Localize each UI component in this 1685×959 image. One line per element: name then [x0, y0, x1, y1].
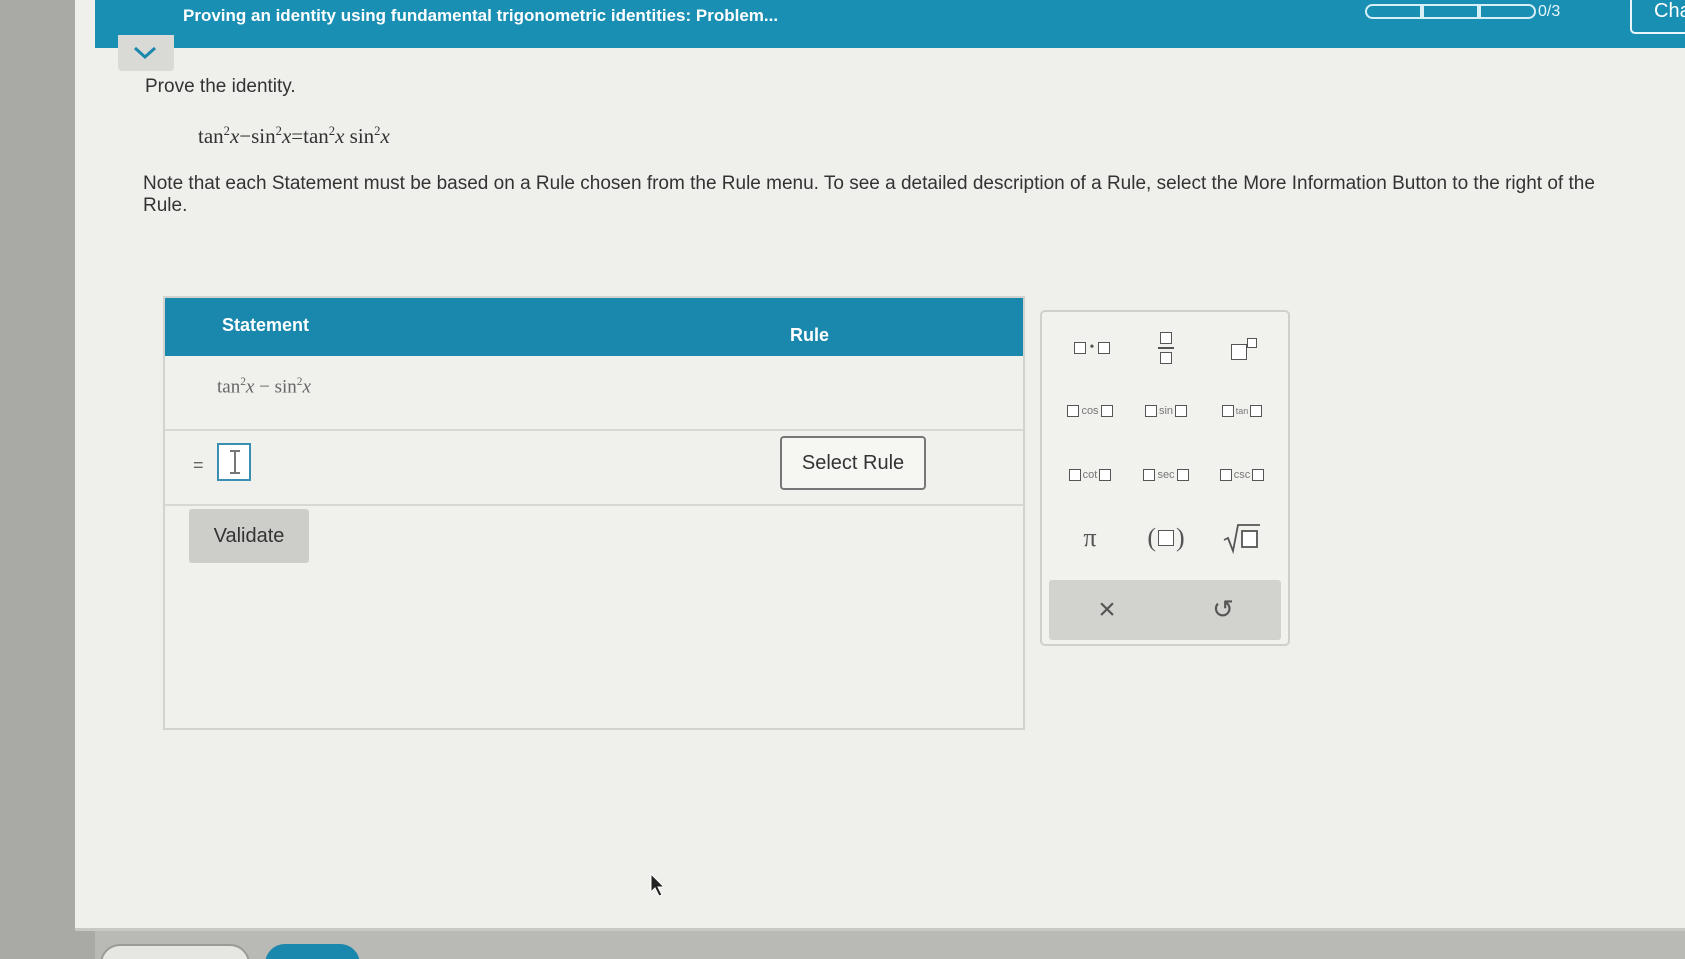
sin-label: sin: [1158, 405, 1174, 417]
pi-key[interactable]: π: [1052, 512, 1128, 564]
first-statement: tan2x − sin2x: [217, 376, 311, 398]
proof-row-step: = Select Rule: [165, 431, 1023, 506]
page-title: Proving an identity using fundamental tr…: [183, 6, 779, 25]
identity-var: x: [335, 124, 345, 148]
placeholder-box-icon: [1221, 405, 1234, 417]
placeholder-box-icon: [1067, 405, 1080, 417]
chat-button[interactable]: Cha: [1630, 0, 1685, 34]
proof-row-given: tan2x − sin2x: [165, 356, 1023, 431]
validate-button[interactable]: Validate: [189, 509, 309, 563]
placeholder-box-icon: [1252, 469, 1265, 481]
statement-func: sin: [274, 376, 297, 398]
superscript-box-icon: [1247, 338, 1257, 348]
identity-equation: tan2x−sin2x=tan2x sin2x: [198, 124, 390, 149]
identity-func: tan: [198, 124, 224, 148]
text-cursor-icon: [230, 450, 240, 474]
bottom-divider: [75, 928, 1685, 931]
rule-column-header: Rule: [790, 325, 830, 345]
bottom-primary-button[interactable]: [265, 944, 360, 959]
fraction-key[interactable]: [1128, 322, 1204, 374]
equals-sign: =: [193, 455, 204, 475]
progress-count: 0/3: [1538, 3, 1561, 20]
close-paren-icon: ): [1176, 523, 1185, 552]
cos-key[interactable]: cos: [1052, 385, 1128, 437]
top-bar: Proving an identity using fundamental tr…: [95, 0, 1685, 48]
multiply-key[interactable]: •: [1054, 322, 1130, 374]
placeholder-box-icon: [1175, 405, 1188, 417]
parentheses-key[interactable]: ( ): [1128, 512, 1204, 564]
fraction-bar-icon: [1158, 347, 1174, 349]
statement-input[interactable]: [217, 443, 251, 481]
placeholder-box-icon: [1143, 469, 1156, 481]
collapse-button[interactable]: [118, 35, 174, 71]
csc-key[interactable]: csc: [1204, 449, 1280, 501]
keypad-actions: × ↺: [1049, 580, 1281, 640]
progress-segment: [1479, 4, 1536, 19]
identity-func: tan: [303, 124, 329, 148]
placeholder-box-icon: [1158, 530, 1174, 546]
statement-operator: −: [254, 376, 275, 398]
progress-segment: [1365, 4, 1422, 19]
placeholder-box-icon: [1219, 469, 1232, 481]
placeholder-box-icon: [1100, 405, 1113, 417]
denominator-box-icon: [1160, 352, 1172, 364]
placeholder-box-icon: [1176, 469, 1189, 481]
identity-minus: −: [239, 124, 252, 148]
placeholder-box-icon: [1068, 469, 1081, 481]
proof-table: Statement Rule tan2x − sin2x = Select Ru…: [163, 296, 1025, 730]
tan-label: tan: [1235, 406, 1249, 416]
identity-var: x: [229, 124, 240, 148]
clear-key[interactable]: ×: [1069, 584, 1145, 636]
progress-bar: [1365, 4, 1536, 19]
dot-icon: •: [1089, 340, 1095, 355]
statement-column-header: Statement: [222, 315, 310, 335]
statement-var: x: [302, 376, 311, 398]
instructions-note: Note that each Statement must be based o…: [143, 173, 1595, 216]
cot-key[interactable]: cot: [1052, 449, 1128, 501]
identity-equals: =: [291, 124, 304, 148]
placeholder-box-icon: [1250, 405, 1263, 417]
bottom-secondary-button[interactable]: [100, 944, 250, 959]
placeholder-box-icon: [1098, 342, 1111, 354]
base-box-icon: [1231, 344, 1247, 360]
open-paren-icon: (: [1147, 523, 1156, 552]
placeholder-box-icon: [1144, 405, 1157, 417]
csc-label: csc: [1233, 469, 1251, 481]
square-root-key[interactable]: [1204, 512, 1280, 564]
numerator-box-icon: [1160, 332, 1172, 344]
cos-label: cos: [1081, 405, 1099, 417]
cot-label: cot: [1082, 469, 1098, 481]
select-rule-button[interactable]: Select Rule: [780, 436, 926, 490]
statement-func: tan: [217, 376, 241, 398]
undo-key[interactable]: ↺: [1185, 584, 1261, 636]
proof-table-header: Statement Rule: [165, 298, 1023, 356]
sin-key[interactable]: sin: [1128, 385, 1204, 437]
mouse-pointer-icon: [650, 873, 666, 897]
identity-func: sin: [349, 124, 375, 148]
identity-var: x: [380, 124, 390, 148]
identity-var: x: [281, 124, 292, 148]
placeholder-box-icon: [1099, 469, 1112, 481]
math-keypad: • cos sin tan cot sec csc π () × ↺: [1040, 310, 1290, 646]
sec-key[interactable]: sec: [1128, 449, 1204, 501]
progress-segment: [1422, 4, 1479, 19]
identity-func: sin: [251, 124, 276, 148]
placeholder-box-icon: [1073, 342, 1086, 354]
square-root-icon: [1223, 524, 1260, 554]
chevron-down-icon: [133, 46, 157, 60]
keypad-grid: • cos sin tan cot sec csc π (): [1042, 312, 1288, 574]
exponent-key[interactable]: [1206, 322, 1282, 374]
problem-prompt: Prove the identity.: [145, 76, 296, 97]
sec-label: sec: [1157, 469, 1175, 481]
tan-key[interactable]: tan: [1204, 385, 1280, 437]
